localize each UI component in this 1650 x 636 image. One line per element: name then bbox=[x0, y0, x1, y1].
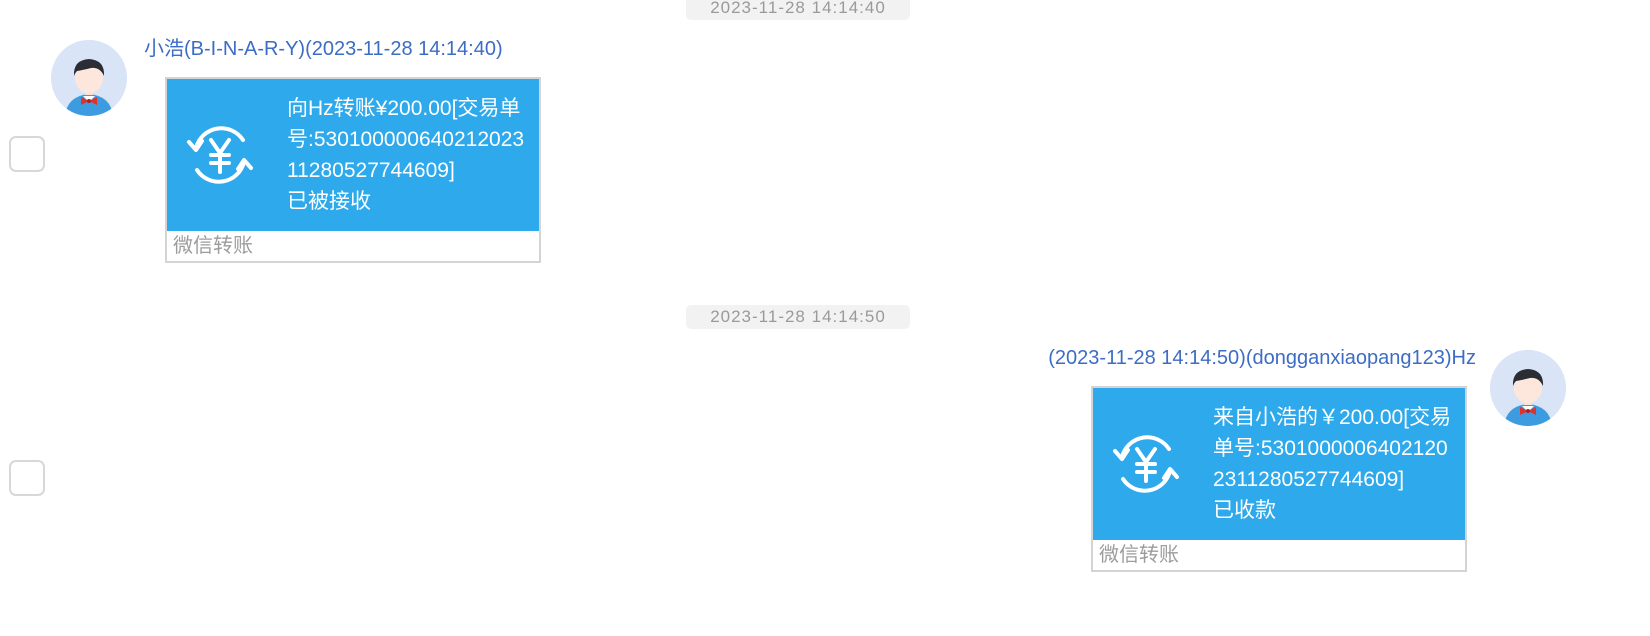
sender-name[interactable]: (2023-11-28 14:14:50)(dongganxiaopang123… bbox=[1048, 345, 1476, 371]
message-select-checkbox[interactable] bbox=[9, 136, 45, 172]
transfer-card-body: 向Hz转账¥200.00[交易单号:5301000006402120231128… bbox=[167, 79, 539, 231]
chat-history: 2023-11-28 14:14:40 小浩(B-I-N-A-R-Y)(2023… bbox=[0, 0, 1650, 636]
transfer-status: 已被接收 bbox=[287, 190, 371, 213]
transfer-card-body: 来自小浩的￥200.00[交易单号:5301000006402120231128… bbox=[1093, 388, 1465, 540]
avatar-boy-icon bbox=[51, 40, 127, 116]
transfer-card-footer: 微信转账 bbox=[167, 231, 539, 261]
avatar-boy-icon bbox=[1490, 350, 1566, 426]
transfer-description: 向Hz转账¥200.00[交易单号:5301000006402120231128… bbox=[287, 97, 525, 182]
yuan-transfer-icon bbox=[183, 118, 257, 192]
transfer-description: 来自小浩的￥200.00[交易单号:5301000006402120231128… bbox=[1213, 406, 1452, 491]
transfer-details: 来自小浩的￥200.00[交易单号:5301000006402120231128… bbox=[1213, 402, 1455, 526]
yuan-transfer-icon bbox=[1109, 427, 1183, 501]
avatar[interactable] bbox=[51, 40, 127, 116]
transfer-card[interactable]: 来自小浩的￥200.00[交易单号:5301000006402120231128… bbox=[1091, 386, 1467, 572]
transfer-details: 向Hz转账¥200.00[交易单号:5301000006402120231128… bbox=[287, 93, 529, 217]
timestamp-divider: 2023-11-28 14:14:40 bbox=[686, 0, 910, 20]
transfer-card[interactable]: 向Hz转账¥200.00[交易单号:5301000006402120231128… bbox=[165, 77, 541, 263]
timestamp-divider: 2023-11-28 14:14:50 bbox=[686, 305, 910, 329]
avatar[interactable] bbox=[1490, 350, 1566, 426]
sender-name[interactable]: 小浩(B-I-N-A-R-Y)(2023-11-28 14:14:40) bbox=[144, 36, 503, 62]
transfer-card-footer: 微信转账 bbox=[1093, 540, 1465, 570]
message-select-checkbox[interactable] bbox=[9, 460, 45, 496]
transfer-status: 已收款 bbox=[1213, 499, 1276, 522]
